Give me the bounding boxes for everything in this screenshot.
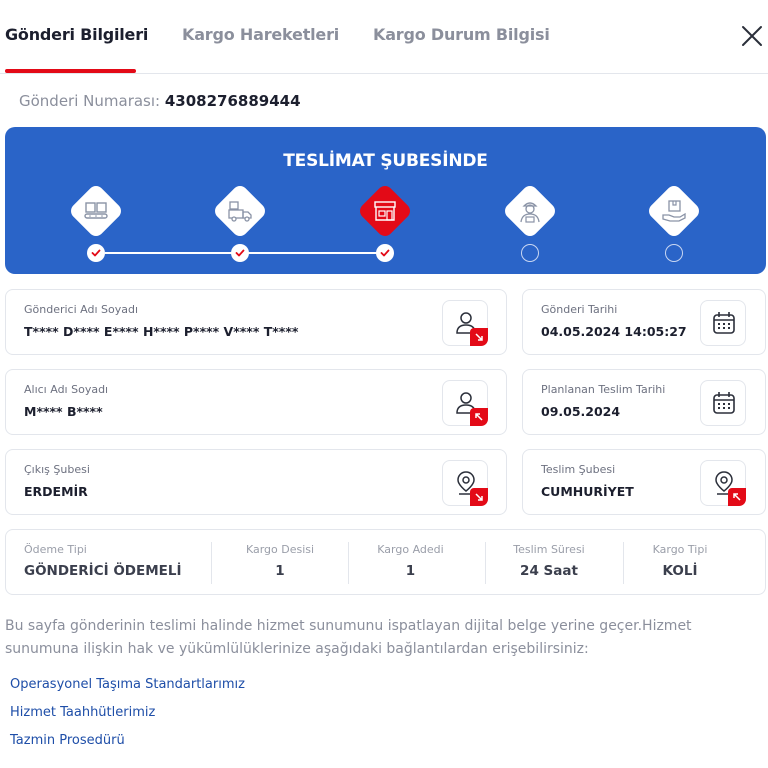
planned-date-card: Planlanan Teslim Tarihi 09.05.2024: [522, 369, 766, 435]
receiver-card: Alıcı Adı Soyadı M**** B****: [5, 369, 507, 435]
incoming-badge: [728, 488, 746, 506]
payment-type-label: Ödeme Tipi: [24, 543, 87, 556]
delivered-box-hand-icon: [662, 200, 686, 222]
service-commitments-link[interactable]: Hizmet Taahhütlerimiz: [10, 705, 155, 720]
step-dot-1: [87, 244, 105, 262]
tab-cargo-movements[interactable]: Kargo Hareketleri: [182, 25, 339, 44]
tab-shipment-info[interactable]: Gönderi Bilgileri: [5, 25, 148, 44]
planned-date-label: Planlanan Teslim Tarihi: [541, 383, 666, 396]
cargo-count-value: 1: [405, 563, 416, 579]
shipment-summary: Ödeme Tipi GÖNDERİCİ ÖDEMELİ Kargo Desis…: [5, 529, 766, 595]
sender-value: T**** D**** E**** H**** P**** V**** T***…: [24, 324, 299, 339]
truck-icon: [228, 201, 252, 222]
shipment-number-label: Gönderi Numarası:: [19, 92, 161, 110]
receiver-button[interactable]: [442, 380, 488, 426]
check-icon: [91, 249, 101, 257]
status-title: TESLİMAT ŞUBESİNDE: [283, 151, 488, 171]
cargo-type: Kargo Tipi KOLİ: [624, 530, 736, 594]
step-transfer: [211, 182, 269, 240]
branch-store-icon: [374, 201, 396, 221]
step-dot-4: [521, 244, 539, 262]
courier-icon: [520, 202, 540, 223]
payment-type-value: GÖNDERİCİ ÖDEMELİ: [24, 563, 182, 579]
origin-branch-label: Çıkış Şubesi: [24, 463, 90, 476]
sender-button[interactable]: [442, 300, 488, 346]
outgoing-badge: [470, 328, 488, 346]
arrow-up-left-icon: [475, 413, 483, 421]
tab-bar: Gönderi Bilgileri Kargo Hareketleri Karg…: [0, 0, 768, 74]
check-icon: [380, 249, 390, 257]
step-dot-3: [376, 244, 394, 262]
delivery-duration: Teslim Süresi 24 Saat: [486, 530, 612, 594]
close-icon: [742, 26, 762, 46]
operational-standards-link[interactable]: Operasyonel Taşıma Standartlarımız: [10, 677, 245, 692]
step-branch: [356, 182, 414, 240]
payment-type: Ödeme Tipi GÖNDERİCİ ÖDEMELİ: [6, 530, 211, 594]
step-courier: [501, 182, 559, 240]
send-date-button[interactable]: [700, 300, 746, 346]
shipment-number: Gönderi Numarası: 4308276889444: [19, 92, 301, 110]
calendar-icon: [713, 312, 735, 334]
warehouse-conveyor-icon: [84, 202, 108, 219]
outgoing-badge: [470, 488, 488, 506]
tab-cargo-status[interactable]: Kargo Durum Bilgisi: [373, 25, 550, 44]
cargo-type-label: Kargo Tipi: [652, 543, 708, 556]
compensation-procedure-link[interactable]: Tazmin Prosedürü: [10, 733, 125, 748]
delivery-branch-card: Teslim Şubesi CUMHURİYET: [522, 449, 766, 515]
cargo-desi-value: 1: [275, 563, 285, 579]
check-icon: [235, 249, 245, 257]
receiver-label: Alıcı Adı Soyadı: [24, 383, 109, 396]
cargo-desi-label: Kargo Desisi: [245, 543, 315, 556]
step-dot-2: [231, 244, 249, 262]
cargo-count-label: Kargo Adedi: [377, 543, 444, 556]
shipment-number-value: 4308276889444: [164, 92, 301, 110]
delivery-duration-value: 24 Saat: [520, 563, 578, 579]
close-button[interactable]: [740, 24, 764, 48]
cargo-count: Kargo Adedi 1: [349, 530, 472, 594]
origin-branch-value: ERDEMİR: [24, 484, 88, 499]
send-date-value: 04.05.2024 14:05:27: [541, 324, 687, 339]
send-date-card: Gönderi Tarihi 04.05.2024 14:05:27: [522, 289, 766, 355]
step-delivered: [645, 182, 703, 240]
receiver-value: M**** B****: [24, 404, 103, 419]
arrow-up-left-icon: [733, 493, 741, 501]
origin-branch-card: Çıkış Şubesi ERDEMİR: [5, 449, 507, 515]
step-dot-5: [665, 244, 683, 262]
sender-card: Gönderici Adı Soyadı T**** D**** E**** H…: [5, 289, 507, 355]
sender-label: Gönderici Adı Soyadı: [24, 303, 139, 316]
status-tracker: TESLİMAT ŞUBESİNDE: [5, 127, 766, 274]
delivery-duration-label: Teslim Süresi: [513, 543, 585, 556]
incoming-badge: [470, 408, 488, 426]
send-date-label: Gönderi Tarihi: [541, 303, 618, 316]
planned-date-button[interactable]: [700, 380, 746, 426]
step-warehouse: [67, 182, 125, 240]
cargo-type-value: KOLİ: [662, 563, 698, 579]
active-tab-indicator: [5, 69, 136, 73]
delivery-branch-button[interactable]: [700, 460, 746, 506]
cargo-desi: Kargo Desisi 1: [212, 530, 348, 594]
planned-date-value: 09.05.2024: [541, 404, 621, 419]
delivery-branch-label: Teslim Şubesi: [541, 463, 616, 476]
legal-info-text: Bu sayfa gönderinin teslimi halinde hizm…: [5, 618, 692, 657]
origin-branch-button[interactable]: [442, 460, 488, 506]
arrow-down-right-icon: [475, 493, 483, 501]
delivery-branch-value: CUMHURİYET: [541, 484, 634, 499]
arrow-down-right-icon: [475, 333, 483, 341]
calendar-icon: [713, 392, 735, 414]
